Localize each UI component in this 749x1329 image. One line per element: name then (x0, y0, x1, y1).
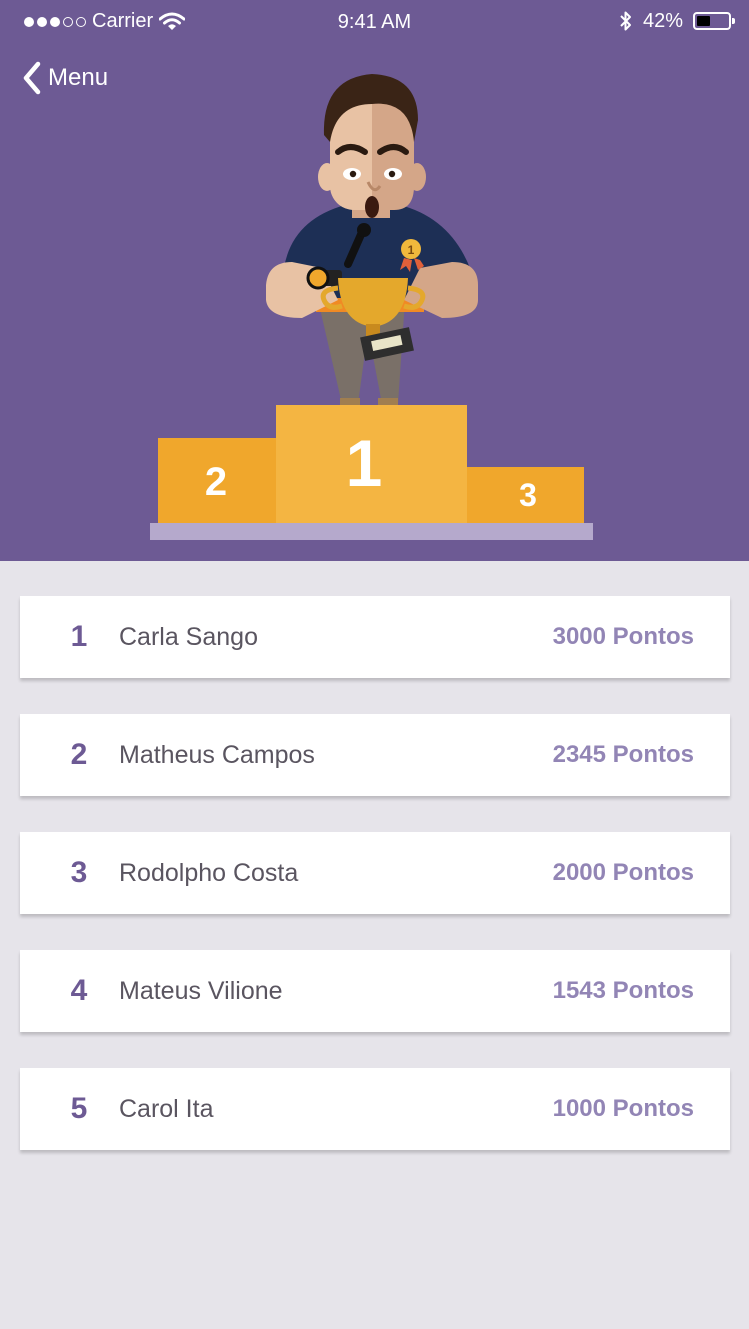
chevron-left-icon (23, 61, 41, 95)
player-name: Rodolpho Costa (119, 859, 299, 887)
ranking-row[interactable]: 2 Matheus Campos 2345 Pontos (20, 714, 730, 796)
svg-text:1: 1 (408, 243, 415, 257)
podium-illustration: 1 1 2 3 (150, 74, 593, 540)
player-points: 2000 Pontos (552, 859, 694, 886)
rank-position: 1 (70, 620, 88, 653)
rank-position: 4 (70, 974, 88, 1007)
podium-number-third: 3 (519, 477, 537, 513)
rank-position: 3 (70, 856, 88, 889)
battery-percent: 42% (642, 9, 683, 32)
ranking-row[interactable]: 1 Carla Sango 3000 Pontos (20, 596, 730, 678)
podium-number-first: 1 (346, 426, 383, 500)
back-button[interactable]: Menu (22, 58, 108, 98)
battery-tip (732, 18, 735, 24)
ranking-row[interactable]: 3 Rodolpho Costa 2000 Pontos (20, 832, 730, 914)
microphone-icon (357, 223, 371, 237)
battery-fill (697, 16, 710, 26)
battery-icon (693, 12, 735, 30)
rank-position: 2 (70, 738, 88, 771)
podium-base (150, 523, 593, 540)
player-points: 1000 Pontos (552, 1095, 694, 1122)
status-right: 42% (619, 9, 735, 33)
player-name: Matheus Campos (119, 741, 315, 769)
player-name: Mateus Vilione (119, 977, 283, 1005)
header: Carrier 9:41 AM 42% Menu 1 1 2 3 (0, 0, 749, 561)
ranking-row[interactable]: 5 Carol Ita 1000 Pontos (20, 1068, 730, 1150)
player-points: 1543 Pontos (552, 977, 694, 1004)
rank-position: 5 (70, 1092, 88, 1125)
player-points: 3000 Pontos (552, 623, 694, 650)
podium-number-second: 2 (205, 460, 227, 504)
ranking-list: 1 Carla Sango 3000 Pontos 2 Matheus Camp… (20, 596, 730, 1186)
status-bar: Carrier 9:41 AM 42% (0, 0, 749, 44)
ranking-row[interactable]: 4 Mateus Vilione 1543 Pontos (20, 950, 730, 1032)
back-label: Menu (48, 64, 109, 91)
player-points: 2345 Pontos (552, 741, 694, 768)
player-name: Carol Ita (119, 1095, 214, 1123)
player-name: Carla Sango (119, 623, 258, 651)
bluetooth-icon (620, 11, 631, 31)
